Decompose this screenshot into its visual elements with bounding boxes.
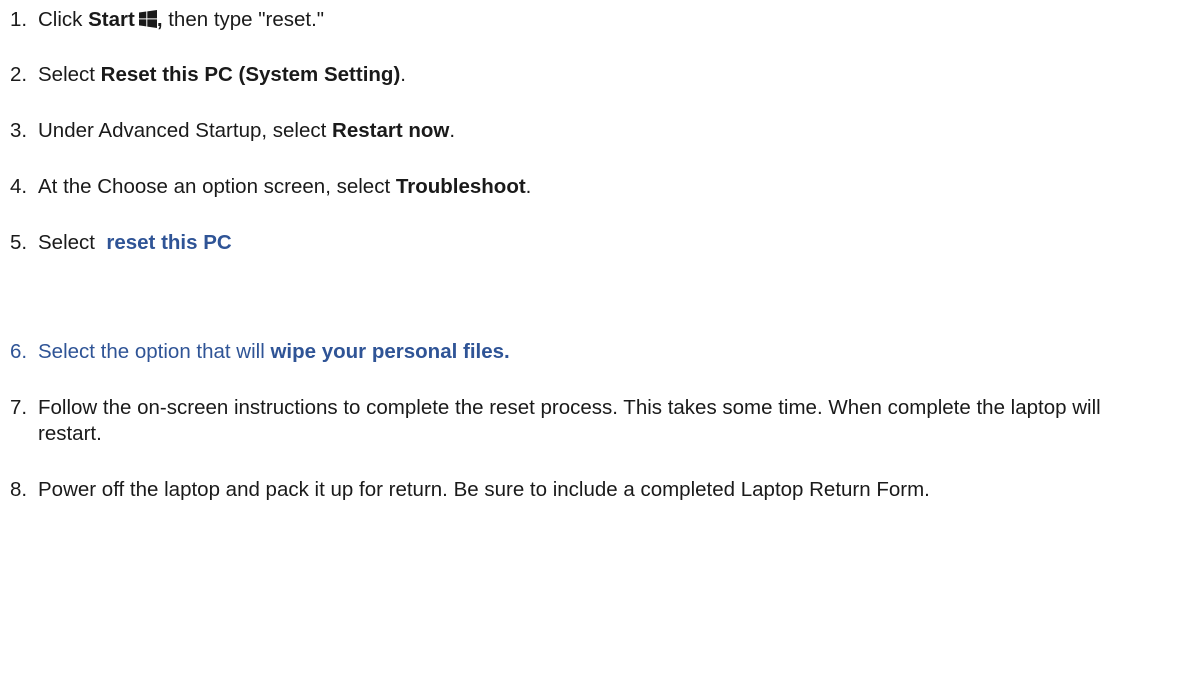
restart-now-label: Restart now (332, 119, 450, 142)
step-number: 7. (10, 396, 28, 419)
step-2: 2. Select Reset this PC (System Setting). (10, 62, 1160, 88)
step-6: 6. Select the option that will wipe your … (10, 339, 1160, 365)
step-number: 6. (10, 340, 28, 363)
step-number: 8. (10, 478, 28, 501)
step-number: 5. (10, 231, 28, 254)
step-7: 7. Follow the on-screen instructions to c… (10, 395, 1160, 447)
wipe-personal-files-label: wipe your personal files. (270, 340, 510, 363)
step-number: 1. (10, 8, 28, 31)
step-text: Follow the on-screen instructions to com… (38, 396, 1101, 445)
step-number: 3. (10, 119, 28, 142)
step-text: At the Choose an option screen, select T… (38, 175, 532, 198)
step-1: 1. Click Start, then type "reset." (10, 7, 1160, 33)
step-8: 8. Power off the laptop and pack it up fo… (10, 477, 1160, 503)
step-text: Click Start, then type "reset." (38, 8, 325, 31)
step-3: 3. Under Advanced Startup, select Restart… (10, 118, 1160, 144)
step-4: 4. At the Choose an option screen, select… (10, 174, 1160, 200)
step-number: 2. (10, 63, 28, 86)
windows-logo-icon (138, 9, 157, 28)
step-text: Select the option that will wipe your pe… (38, 340, 510, 363)
reset-this-pc-setting-label: Reset this PC (System Setting) (100, 63, 401, 86)
start-label: Start (88, 8, 135, 31)
troubleshoot-label: Troubleshoot (395, 175, 526, 198)
instructions-document: 1. Click Start, then type "reset." 2. Sele… (0, 0, 1182, 675)
step-text: Under Advanced Startup, select Restart n… (38, 119, 456, 142)
step-text: Select Reset this PC (System Setting). (38, 63, 406, 86)
step-number: 4. (10, 175, 28, 198)
step-text: Power off the laptop and pack it up for … (38, 478, 930, 501)
reset-this-pc-link[interactable]: reset this PC (106, 231, 231, 254)
step-text: Select reset this PC (38, 231, 232, 254)
step-5: 5. Select reset this PC (10, 230, 1160, 256)
